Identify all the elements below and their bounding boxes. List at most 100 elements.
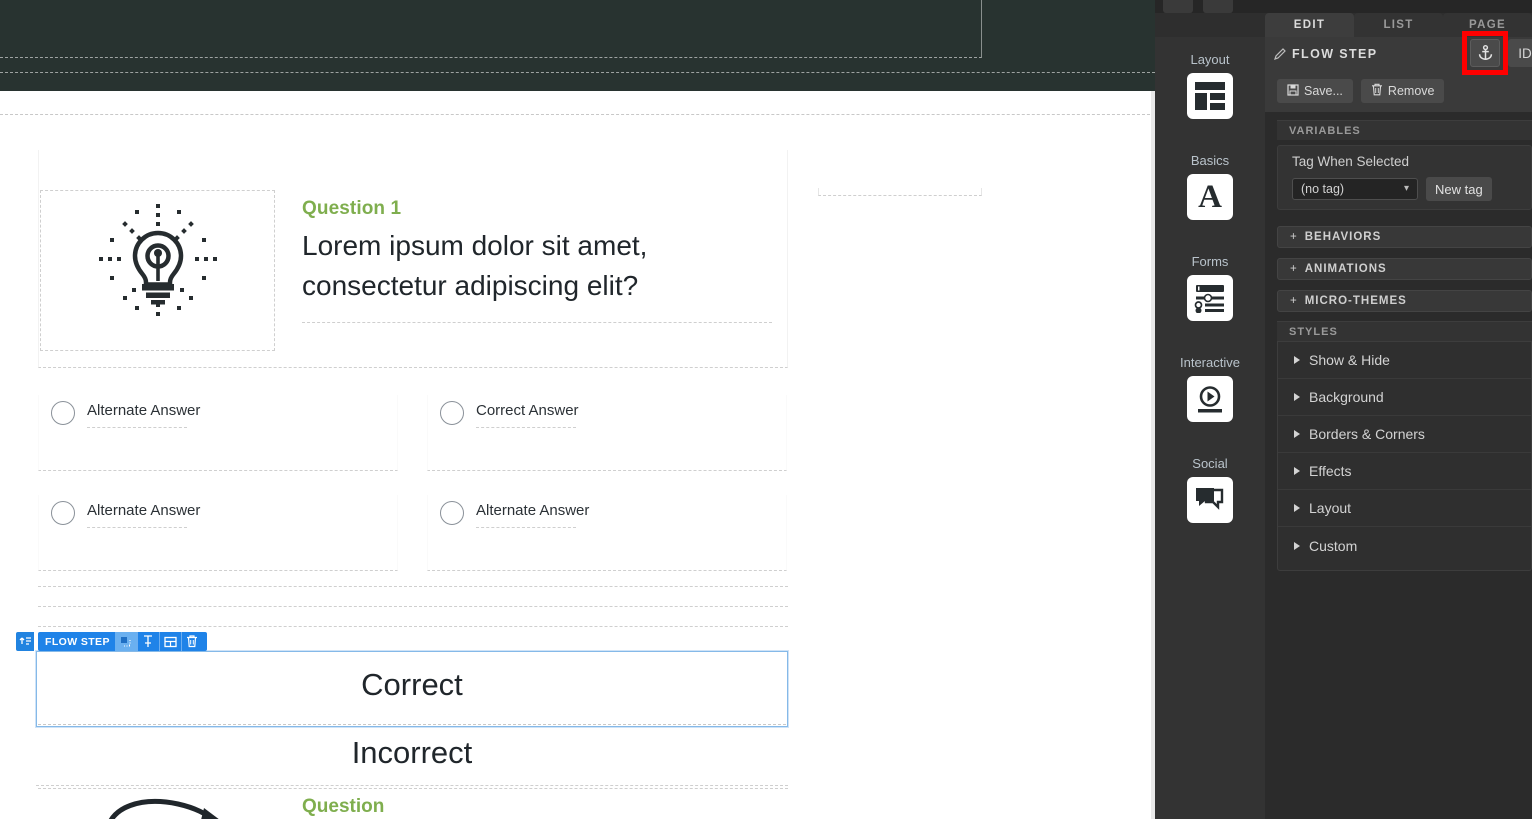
select-region-icon[interactable] (114, 632, 137, 651)
expand-plus-icon: + (1290, 263, 1298, 275)
expand-plus-icon: + (1290, 295, 1298, 307)
triangle-right-icon (1294, 430, 1300, 438)
question-side-placeholder (818, 188, 982, 196)
answer-options-group: Alternate Answer Correct Answer Alternat… (38, 385, 788, 585)
palette-item-label: Forms (1191, 254, 1229, 269)
flow-step-badge-label: FLOW STEP (45, 635, 110, 648)
curved-arrow-icon (108, 799, 219, 819)
flow-step-toolbar-body: FLOW STEP (38, 632, 207, 651)
section-micro-themes-label: MICRO-THEMES (1304, 295, 1407, 307)
mini-toolbar-button[interactable] (1163, 0, 1193, 13)
palette-item-label: Social (1192, 456, 1228, 471)
page-top-divider (0, 114, 1155, 115)
styles-list: Show & Hide Background Borders & Corners… (1277, 341, 1532, 571)
new-tag-button[interactable]: New tag (1426, 177, 1492, 201)
triangle-right-icon (1294, 393, 1300, 401)
radio-button-icon[interactable] (51, 501, 75, 525)
save-button-label: Save... (1304, 84, 1343, 98)
next-question-number: Question (302, 796, 385, 817)
next-question-preview[interactable]: Question (0, 790, 1155, 819)
variables-card: Tag When Selected (no tag) ▾ New tag (1277, 145, 1532, 210)
answer-option[interactable]: Correct Answer (427, 395, 787, 471)
palette-item-layout[interactable]: Layout (1155, 52, 1265, 119)
section-behaviors[interactable]: + BEHAVIORS (1277, 226, 1532, 248)
save-button[interactable]: Save... (1277, 79, 1353, 103)
style-row-layout[interactable]: Layout (1278, 490, 1531, 527)
hero-placeholder-region-2 (0, 58, 1155, 73)
style-row-background[interactable]: Background (1278, 379, 1531, 416)
panel-top-strip (1155, 0, 1532, 13)
layout-grid-icon (1187, 73, 1233, 119)
radio-button-icon[interactable] (440, 501, 464, 525)
expand-plus-icon: + (1290, 231, 1298, 243)
section-animations-label: ANIMATIONS (1304, 263, 1387, 275)
correct-feedback-block[interactable]: Correct (36, 651, 788, 727)
triangle-right-icon (1294, 356, 1300, 364)
remove-button[interactable]: Remove (1360, 79, 1445, 103)
lightbulb-idea-icon (99, 204, 217, 316)
tab-edit[interactable]: EDIT (1265, 13, 1354, 37)
question-illustration[interactable] (40, 190, 275, 351)
design-canvas[interactable]: Question 1 Lorem ipsum dolor sit amet, c… (0, 0, 1155, 819)
question-text-block[interactable]: Question 1 Lorem ipsum dolor sit amet, c… (302, 196, 772, 323)
chevron-down-icon: ▾ (1403, 183, 1409, 194)
radio-button-icon[interactable] (51, 401, 75, 425)
id-button[interactable]: ID (1508, 39, 1532, 67)
properties-panel: EDIT LIST PAGE FLOW STEP Save... Remove … (1155, 0, 1532, 819)
style-row-show-hide[interactable]: Show & Hide (1278, 342, 1531, 379)
radio-button-icon[interactable] (440, 401, 464, 425)
incorrect-feedback-block[interactable]: Incorrect (36, 730, 788, 786)
style-row-effects[interactable]: Effects (1278, 453, 1531, 490)
tag-when-selected-label: Tag When Selected (1292, 154, 1410, 169)
correct-feedback-text: Correct (361, 667, 463, 702)
incorrect-feedback-text: Incorrect (351, 735, 473, 770)
question-text-underline (302, 322, 772, 323)
tab-palette (1155, 13, 1265, 37)
answer-label: Alternate Answer (476, 502, 590, 519)
letter-a-icon: A (1187, 174, 1233, 220)
section-micro-themes[interactable]: + MICRO-THEMES (1277, 290, 1532, 312)
style-row-label: Background (1309, 389, 1384, 405)
palette-item-forms[interactable]: Forms (1155, 254, 1265, 321)
tag-select[interactable]: (no tag) ▾ (1292, 178, 1418, 200)
palette-item-basics[interactable]: Basics A (1155, 153, 1265, 220)
section-behaviors-label: BEHAVIORS (1304, 231, 1382, 243)
tag-select-value: (no tag) (1301, 182, 1345, 196)
answer-label: Alternate Answer (87, 502, 201, 519)
palette-item-label: Interactive (1180, 355, 1240, 370)
style-row-custom[interactable]: Custom (1278, 527, 1531, 564)
palette-item-label: Layout (1190, 52, 1230, 67)
spacer-divider (38, 626, 788, 627)
pin-icon[interactable] (136, 632, 159, 651)
style-row-label: Effects (1309, 463, 1352, 479)
app-root: Question 1 Lorem ipsum dolor sit amet, c… (0, 0, 1532, 819)
hero-dark-section[interactable] (0, 0, 1155, 91)
tab-list[interactable]: LIST (1354, 13, 1443, 37)
anchor-button[interactable] (1470, 39, 1500, 67)
triangle-right-icon (1294, 541, 1300, 550)
style-row-borders-corners[interactable]: Borders & Corners (1278, 416, 1531, 453)
answer-option[interactable]: Alternate Answer (38, 395, 398, 471)
style-row-label: Layout (1309, 500, 1352, 516)
trash-icon (1371, 83, 1383, 99)
anchor-icon (1478, 45, 1492, 60)
reorder-up-icon[interactable] (16, 632, 34, 651)
question-number: Question 1 (302, 198, 402, 219)
mini-toolbar-button[interactable] (1203, 0, 1233, 13)
flow-step-toolbar[interactable]: FLOW STEP (16, 632, 207, 651)
style-row-label: Show & Hide (1309, 352, 1390, 368)
answer-option[interactable]: Alternate Answer (427, 495, 787, 571)
answer-label-underline (476, 527, 576, 528)
palette-item-social[interactable]: Social (1155, 456, 1265, 523)
variables-section-header: VARIABLES (1277, 120, 1532, 140)
answer-label-underline (476, 427, 576, 428)
duplicate-layout-icon[interactable] (158, 632, 181, 651)
answer-option[interactable]: Alternate Answer (38, 495, 398, 571)
section-animations[interactable]: + ANIMATIONS (1277, 258, 1532, 280)
style-row-label: Custom (1309, 537, 1358, 554)
spacer-divider (38, 606, 788, 607)
triangle-right-icon (1294, 504, 1300, 512)
trash-icon[interactable] (180, 632, 203, 651)
question-text: Lorem ipsum dolor sit amet, consectetur … (302, 230, 648, 301)
palette-item-interactive[interactable]: Interactive (1155, 355, 1265, 422)
